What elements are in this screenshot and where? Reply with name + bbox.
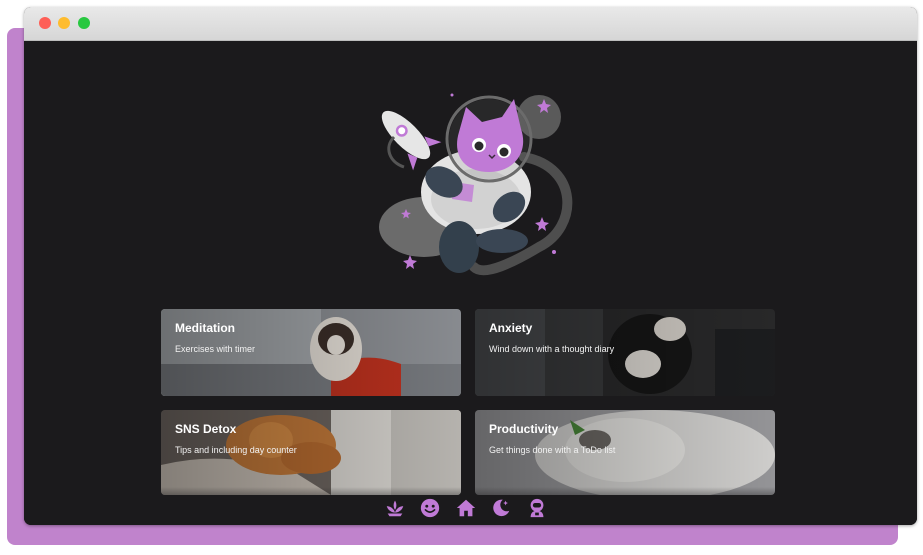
close-window-button[interactable]: [39, 17, 51, 29]
card-title: Anxiety: [489, 321, 533, 335]
nav-sleep-button[interactable]: [490, 497, 512, 519]
moon-icon: [490, 497, 512, 519]
card-description: Tips and including day counter: [175, 445, 297, 455]
nav-anxiety-button[interactable]: [419, 497, 441, 519]
card-anxiety[interactable]: Anxiety Wind down with a thought diary: [475, 309, 775, 396]
bottom-navigation: [382, 497, 552, 519]
app-window: Meditation Exercises with timer Anxiety …: [24, 7, 917, 525]
minimize-window-button[interactable]: [58, 17, 70, 29]
card-title: SNS Detox: [175, 422, 237, 436]
home-icon: [455, 497, 477, 519]
card-meditation[interactable]: Meditation Exercises with timer: [161, 309, 461, 396]
card-description: Get things done with a ToDo list: [489, 445, 616, 455]
card-productivity[interactable]: Productivity Get things done with a ToDo…: [475, 410, 775, 495]
window-titlebar: [24, 7, 917, 41]
maximize-window-button[interactable]: [78, 17, 90, 29]
nav-profile-button[interactable]: [526, 497, 548, 519]
nav-meditation-button[interactable]: [384, 497, 406, 519]
card-sns-detox[interactable]: SNS Detox Tips and including day counter: [161, 410, 461, 495]
astronaut-cat-illustration: [364, 77, 579, 287]
card-description: Exercises with timer: [175, 344, 256, 354]
lotus-icon: [384, 497, 406, 519]
card-description: Wind down with a thought diary: [489, 344, 615, 354]
nav-home-button[interactable]: [455, 497, 477, 519]
astronaut-icon: [526, 497, 548, 519]
smiley-icon: [419, 497, 441, 519]
card-title: Meditation: [175, 321, 235, 335]
card-title: Productivity: [489, 422, 559, 436]
